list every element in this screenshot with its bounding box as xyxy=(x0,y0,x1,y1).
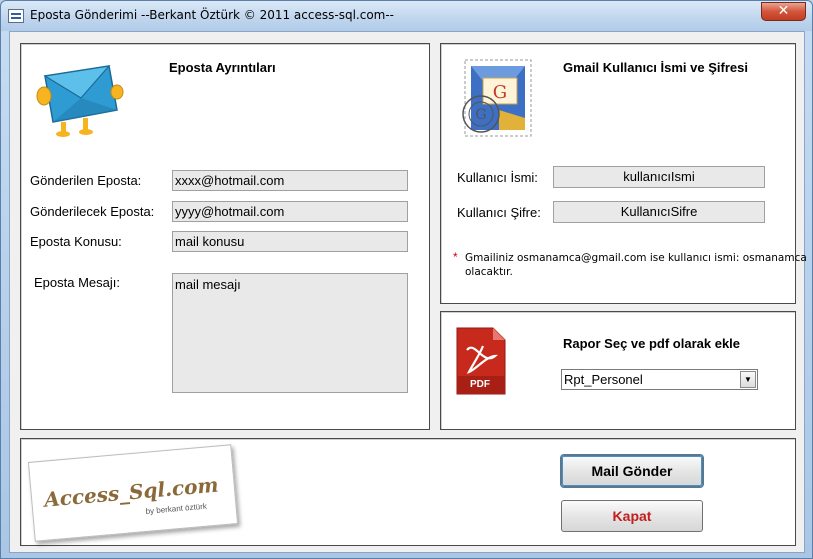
logo-byline: by berkant öztürk xyxy=(145,501,208,516)
gmail-note-line2: olacaktır. xyxy=(465,266,513,278)
access-sql-logo: Access_Sql.com by berkant öztürk xyxy=(27,444,239,542)
footer-panel: Access_Sql.com by berkant öztürk Mail Gö… xyxy=(20,438,796,546)
message-field[interactable]: mail mesajı xyxy=(172,273,408,393)
svg-text:G: G xyxy=(493,82,507,103)
title-bar[interactable]: Eposta Gönderimi --Berkant Öztürk © 2011… xyxy=(1,1,812,31)
report-heading: Rapor Seç ve pdf olarak ekle xyxy=(563,336,741,351)
dropdown-arrow-icon[interactable]: ▼ xyxy=(740,371,756,388)
message-label: Eposta Mesajı: xyxy=(34,275,120,290)
username-label: Kullanıcı İsmi: xyxy=(457,170,538,185)
subject-label: Eposta Konusu: xyxy=(30,234,122,249)
email-details-panel: Eposta Ayrıntıları Gönderilen Eposta: xx… xyxy=(20,43,430,430)
email-details-heading: Eposta Ayrıntıları xyxy=(169,60,276,75)
close-form-button[interactable]: Kapat xyxy=(561,500,703,532)
note-asterisk: * xyxy=(453,250,458,264)
report-select[interactable]: Rpt_Personel ▼ xyxy=(561,369,758,390)
password-field[interactable]: KullanıcıSifre xyxy=(553,201,765,223)
subject-field[interactable]: mail konusu xyxy=(172,231,408,252)
form-icon xyxy=(8,9,24,23)
send-mail-button[interactable]: Mail Gönder xyxy=(561,455,703,487)
window: Eposta Gönderimi --Berkant Öztürk © 2011… xyxy=(0,0,813,559)
window-close-button[interactable]: ✕ xyxy=(761,2,806,21)
password-label: Kullanıcı Şifre: xyxy=(457,205,541,220)
gmail-note-line1: Gmailiniz osmanamca@gmail.com ise kullan… xyxy=(465,252,807,264)
username-field[interactable]: kullanıcıIsmi xyxy=(553,166,765,188)
sender-email-field[interactable]: xxxx@hotmail.com xyxy=(172,170,408,191)
gmail-credentials-heading: Gmail Kullanıcı İsmi ve Şifresi xyxy=(563,60,748,75)
recipient-email-field[interactable]: yyyy@hotmail.com xyxy=(172,201,408,222)
form-body: Eposta Ayrıntıları Gönderilen Eposta: xx… xyxy=(9,31,807,553)
pdf-icon-label: PDF xyxy=(470,379,490,390)
report-panel: PDF Rapor Seç ve pdf olarak ekle Rpt_Per… xyxy=(440,311,796,430)
sender-label: Gönderilen Eposta: xyxy=(30,173,142,188)
svg-text:G: G xyxy=(475,107,486,123)
window-title: Eposta Gönderimi --Berkant Öztürk © 2011… xyxy=(30,8,395,22)
gmail-stamp-icon: G G xyxy=(462,59,532,137)
gmail-credentials-panel: G G Gmail Kullanıcı İsmi ve Şifresi Kull… xyxy=(440,43,807,304)
envelope-icon xyxy=(36,65,124,137)
report-select-value: Rpt_Personel xyxy=(564,372,643,387)
recipient-label: Gönderilecek Eposta: xyxy=(30,204,155,219)
